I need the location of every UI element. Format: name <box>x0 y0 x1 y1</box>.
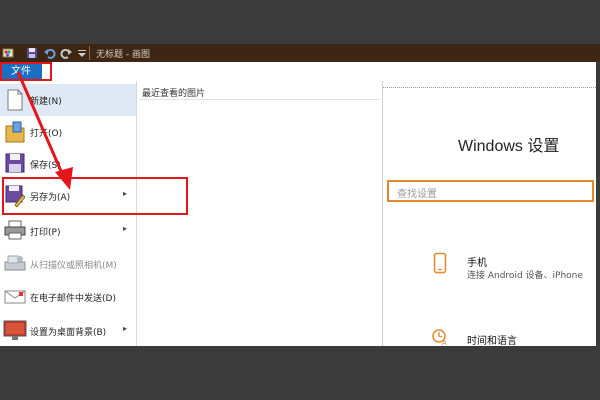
canvas-selection-edge <box>383 87 596 88</box>
menu-item-open[interactable]: 打开(O) <box>0 116 136 148</box>
settings-title: Windows 设置 <box>458 138 560 155</box>
screen-background-right <box>596 62 600 346</box>
file-tab-highlight-box <box>0 62 52 81</box>
menu-item-new[interactable]: 新建(N) <box>0 84 136 116</box>
menu-item-save[interactable]: 保存(S) <box>0 148 136 180</box>
printer-icon <box>4 220 26 240</box>
setting-time-language-title: 时间和语言 <box>467 336 517 347</box>
menu-item-email[interactable]: 在电子邮件中发送(D) <box>0 281 136 313</box>
open-folder-icon <box>5 121 25 143</box>
submenu-arrow-icon: ▸ <box>123 224 128 233</box>
screen-background-top <box>0 0 600 44</box>
paint-app-icon[interactable] <box>2 47 14 59</box>
submenu-arrow-icon: ▸ <box>123 324 128 333</box>
menu-item-label: 在电子邮件中发送(D) <box>30 294 116 304</box>
screen-background-bottom <box>0 346 600 400</box>
menu-item-scanner: 从扫描仪或照相机(M) <box>0 248 136 280</box>
phone-icon <box>433 252 447 274</box>
menu-item-print[interactable]: 打印(P) ▸ <box>0 215 136 247</box>
window-title: 无标题 - 画图 <box>96 50 150 60</box>
search-placeholder: 查找设置 <box>397 189 437 200</box>
menu-item-desktop-background[interactable]: 设置为桌面背景(B) ▸ <box>0 315 136 347</box>
save-icon[interactable] <box>26 47 38 59</box>
undo-icon[interactable] <box>44 47 56 59</box>
setting-phone-desc: 连接 Android 设备、iPhone <box>467 271 583 281</box>
menu-item-label: 打开(O) <box>30 129 63 139</box>
menu-item-label: 新建(N) <box>30 97 62 107</box>
svg-text:A: A <box>442 339 447 346</box>
redo-icon[interactable] <box>60 47 72 59</box>
paint-canvas[interactable] <box>383 81 596 346</box>
desktop-background-icon <box>3 320 27 340</box>
recent-pictures-header: 最近查看的图片 <box>142 89 206 99</box>
new-file-icon <box>7 89 23 111</box>
setting-phone-title: 手机 <box>467 258 487 269</box>
email-icon <box>4 290 26 304</box>
separator <box>89 46 90 60</box>
title-bar <box>0 44 600 62</box>
time-language-icon: A <box>432 329 447 346</box>
settings-search-input: 查找设置 <box>387 180 594 202</box>
menu-item-label: 保存(S) <box>30 161 61 171</box>
save-as-highlight-box <box>2 177 188 215</box>
menu-item-label: 设置为桌面背景(B) <box>30 328 107 338</box>
divider <box>139 99 380 100</box>
menu-item-label: 从扫描仪或照相机(M) <box>30 261 117 271</box>
menu-item-label: 打印(P) <box>30 228 61 238</box>
customize-qat-icon[interactable] <box>76 47 88 59</box>
save-icon <box>5 153 25 173</box>
scanner-icon <box>4 255 26 271</box>
